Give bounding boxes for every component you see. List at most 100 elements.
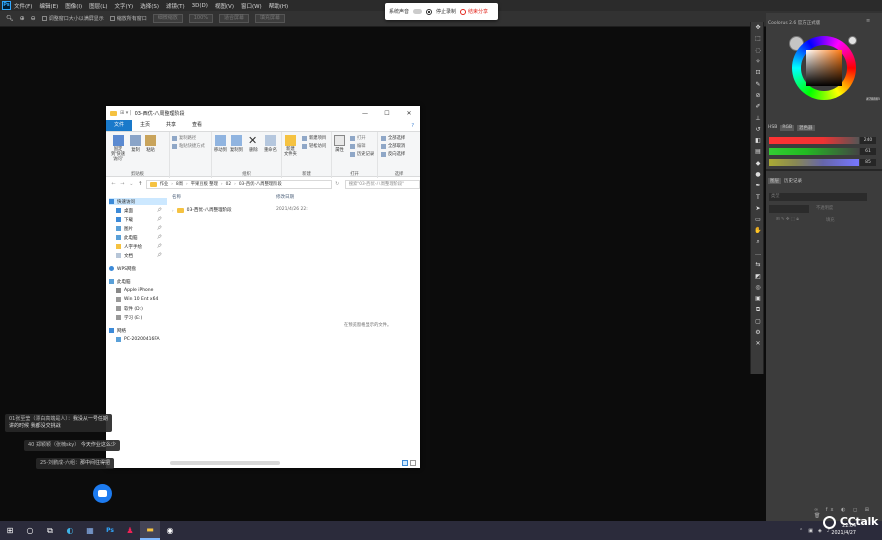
slider-r-value[interactable]: 240 [860, 137, 876, 144]
select-none-button[interactable]: 全部取消 [381, 143, 405, 149]
frame-icon[interactable]: ⧉ [751, 304, 765, 315]
new-item-button[interactable]: 新建项目 [302, 135, 326, 141]
delete-button[interactable]: ✕ 删除 [248, 135, 259, 153]
paste-shortcut-button[interactable]: 粘贴快捷方式 [172, 143, 205, 149]
tab-layers[interactable]: 图层 [768, 178, 781, 184]
clipboard-person-icon[interactable]: ♟ [120, 521, 140, 540]
resize-windows-checkbox[interactable]: 调整窗口大小以满屏显示 [41, 15, 104, 22]
screen-mode-icon[interactable]: ▣ [751, 293, 765, 304]
swap-colors-icon[interactable]: ⇆ [751, 259, 765, 270]
menu-edit[interactable]: 编辑(E) [39, 2, 58, 10]
shape-tool-icon[interactable]: ▭ [751, 214, 765, 225]
network-tray-icon[interactable]: ◈ [818, 528, 822, 534]
help-icon[interactable]: ? [411, 123, 414, 129]
menu-window[interactable]: 窗口(W) [241, 2, 262, 10]
marquee-tool-icon[interactable]: ⬚ [751, 33, 765, 44]
large-icons-view-icon[interactable] [410, 460, 416, 466]
tool-settings-icon[interactable]: ⚙ [751, 327, 765, 338]
tab-hsb[interactable]: HSB [768, 125, 777, 131]
slider-g[interactable] [769, 148, 859, 155]
crumb-1[interactable]: 作业 [160, 181, 169, 187]
windows-start-icon[interactable]: ⊞ [0, 521, 20, 540]
horizontal-scrollbar[interactable] [170, 461, 280, 465]
blend-mode-select[interactable] [769, 205, 809, 213]
background-swatch[interactable] [848, 36, 857, 45]
zoom-tool-icon[interactable]: 🔍︎ [6, 15, 14, 22]
easy-access-button[interactable]: 轻松访问 [302, 143, 326, 149]
menu-help[interactable]: 帮助(H) [269, 2, 288, 10]
recent-dropdown-icon[interactable]: ⌄ [128, 181, 135, 187]
invert-selection-button[interactable]: 反向选择 [381, 151, 405, 157]
slider-g-value[interactable]: 61 [860, 148, 876, 155]
brush-tool-icon[interactable]: ✐ [751, 101, 765, 112]
nav-documents[interactable]: 文档 [116, 252, 133, 259]
slider-r[interactable] [769, 137, 859, 144]
search-icon[interactable]: ○ [20, 521, 40, 540]
photoshop-icon[interactable]: Ps [100, 521, 120, 540]
chat-bubble-button[interactable] [93, 484, 112, 503]
nav-study-e[interactable]: 学习 (E:) [116, 314, 142, 321]
path-select-icon[interactable]: ➤ [751, 203, 765, 214]
edge-icon[interactable]: ◐ [60, 521, 80, 540]
tab-file[interactable]: 文件 [106, 120, 133, 131]
file-explorer-icon[interactable]: ▬ [140, 521, 160, 540]
zoom-in-icon[interactable]: ⊕ [20, 15, 25, 22]
panel-menu-icon[interactable]: ≡ [866, 18, 870, 24]
cctalk-icon[interactable]: ◉ [160, 521, 180, 540]
tray-app-icon[interactable]: ▣ [808, 528, 813, 534]
menu-layer[interactable]: 图层(L) [89, 2, 107, 10]
history-brush-icon[interactable]: ↺ [751, 124, 765, 135]
back-icon[interactable]: ← [110, 181, 117, 187]
tab-history[interactable]: 历史记录 [784, 178, 802, 184]
minimize-icon[interactable]: — [354, 106, 376, 120]
menu-view[interactable]: 视图(V) [215, 2, 234, 10]
zoom-tool-strip-icon[interactable]: ⌕ [751, 237, 765, 248]
gradient-tool-icon[interactable]: ▤ [751, 146, 765, 157]
end-share-button[interactable]: 结束分享 [460, 8, 488, 15]
nav-desktop[interactable]: 桌面 [116, 207, 133, 214]
menu-3d[interactable]: 3D(D) [192, 3, 208, 9]
tab-share[interactable]: 共享 [158, 120, 184, 131]
rename-button[interactable]: 重命名 [264, 135, 277, 153]
menu-select[interactable]: 选择(S) [140, 2, 159, 10]
tab-rgb[interactable]: RGB [780, 125, 795, 131]
zoom-all-checkbox[interactable]: 缩放所有窗口 [109, 15, 147, 22]
nav-pictures[interactable]: 图片 [116, 225, 133, 232]
magic-wand-icon[interactable]: ✧ [751, 56, 765, 67]
tab-mixer[interactable]: 混色器 [797, 125, 815, 131]
fill-screen-button[interactable]: 填充屏幕 [255, 14, 286, 23]
menu-file[interactable]: 文件(F) [14, 2, 32, 10]
fit-screen-button[interactable]: 适合屏幕 [219, 14, 250, 23]
healing-brush-icon[interactable]: ⊘ [751, 90, 765, 101]
select-all-button[interactable]: 全部选择 [381, 135, 405, 141]
hex-value[interactable]: #78865 [866, 97, 880, 101]
crumb-2[interactable]: 8周 [176, 181, 183, 187]
history-button[interactable]: 历史记录 [350, 151, 374, 157]
nav-network[interactable]: 网络 [109, 327, 126, 334]
color-swatches-icon[interactable]: ◩ [751, 271, 765, 282]
eyedropper-icon[interactable]: ✎ [751, 78, 765, 89]
copy-to-button[interactable]: 复制到 [230, 135, 243, 153]
blur-tool-icon[interactable]: ◆ [751, 158, 765, 169]
maximize-icon[interactable]: ☐ [376, 106, 398, 120]
copy-path-button[interactable]: 复制路径 [172, 135, 196, 141]
pen-tool-icon[interactable]: ✒ [751, 180, 765, 191]
refresh-icon[interactable]: ↻ [334, 181, 341, 187]
pin-quick-access-button[interactable]: 固定到'快速访问' [109, 135, 127, 162]
nav-pc-name[interactable]: PC-20200416FA [116, 336, 160, 343]
nav-quick-access[interactable]: 快速访问 [109, 198, 167, 205]
crumb-4[interactable]: 02 [226, 182, 231, 187]
more-tools-icon[interactable]: … [751, 248, 765, 259]
menu-type[interactable]: 文字(Y) [115, 2, 134, 10]
slider-b[interactable] [769, 159, 859, 166]
quick-mask-icon[interactable]: ◎ [751, 282, 765, 293]
nav-this-pc-pinned[interactable]: 此电脑 [116, 234, 138, 241]
quick-access-toolbar[interactable]: ⊞ ▾ | [120, 110, 132, 116]
nav-this-pc[interactable]: 此电脑 [109, 278, 131, 285]
tool-extra-icon[interactable]: ▢ [751, 316, 765, 327]
move-tool-icon[interactable]: ✥ [751, 22, 765, 33]
nav-human-scripts[interactable]: 人字手绘 [116, 243, 142, 250]
column-name-header[interactable]: 名称 [172, 194, 181, 200]
nav-soft-d[interactable]: 软件 (D:) [116, 305, 143, 312]
search-input[interactable]: 搜索"03-西优-八周整理阶段" [344, 179, 420, 189]
